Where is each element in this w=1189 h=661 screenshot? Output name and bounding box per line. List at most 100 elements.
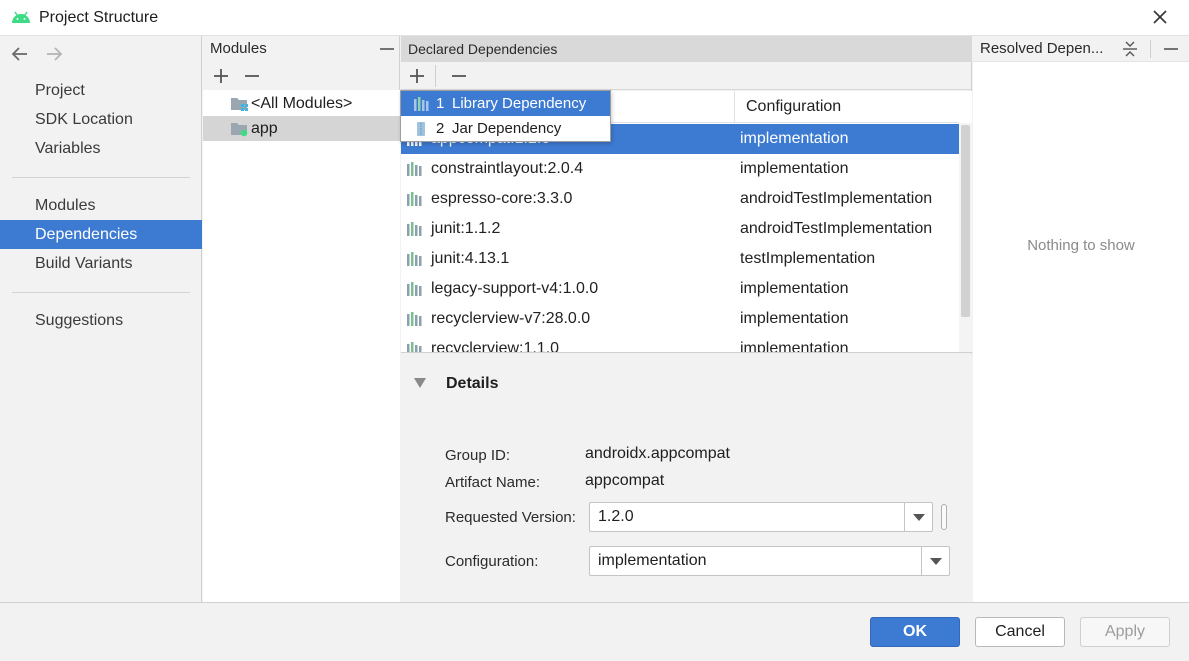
chevron-down-icon bbox=[913, 514, 925, 521]
toolbar-divider bbox=[435, 65, 436, 87]
modules-toolbar bbox=[203, 62, 399, 90]
close-icon[interactable] bbox=[1150, 7, 1170, 27]
dependency-configuration: implementation bbox=[740, 340, 849, 353]
table-row[interactable]: constraintlayout:2.0.4 implementation bbox=[401, 154, 959, 184]
library-icon bbox=[407, 342, 422, 352]
requested-version-value: 1.2.0 bbox=[598, 508, 634, 525]
add-dependency-menu: 1 Library Dependency 2 Jar Dependency bbox=[400, 90, 611, 142]
library-icon bbox=[407, 162, 422, 176]
module-folder-icon bbox=[231, 123, 248, 137]
configuration-label: Configuration: bbox=[445, 553, 539, 570]
cancel-button[interactable]: Cancel bbox=[975, 617, 1065, 647]
library-icon bbox=[407, 252, 422, 266]
library-icon bbox=[407, 312, 422, 326]
version-dropdown-button[interactable] bbox=[904, 503, 932, 531]
dependency-name: junit:1.1.2 bbox=[431, 220, 501, 237]
version-side-button[interactable] bbox=[941, 504, 947, 530]
collapse-triangle-icon[interactable] bbox=[414, 378, 426, 388]
sidebar-item-project[interactable]: Project bbox=[0, 76, 202, 105]
dialog-footer: OK Cancel Apply bbox=[0, 602, 1189, 661]
declared-title: Declared Dependencies bbox=[408, 41, 558, 57]
dependency-configuration: implementation bbox=[740, 130, 849, 147]
menu-item-key: 1 bbox=[436, 95, 445, 112]
details-panel: Details Group ID: androidx.appcompat Art… bbox=[401, 354, 972, 602]
chevron-down-icon bbox=[930, 558, 942, 565]
dependency-name: recyclerview:1.1.0 bbox=[431, 340, 560, 353]
add-module-icon[interactable] bbox=[212, 67, 230, 85]
sidebar-item-dependencies[interactable]: Dependencies bbox=[0, 220, 202, 249]
dependency-configuration: testImplementation bbox=[740, 250, 876, 267]
sidebar-item-variables[interactable]: Variables bbox=[0, 134, 202, 163]
dependency-name: junit:4.13.1 bbox=[431, 250, 510, 267]
library-icon bbox=[407, 222, 422, 236]
modules-panel: Modules <All Modules> app bbox=[203, 36, 400, 602]
sidebar-item-build-variants[interactable]: Build Variants bbox=[0, 249, 202, 278]
table-row[interactable]: junit:1.1.2 androidTestImplementation bbox=[401, 214, 959, 244]
empty-state-text: Nothing to show bbox=[1027, 237, 1135, 254]
title-bar: Project Structure bbox=[0, 0, 1189, 36]
library-icon bbox=[407, 282, 422, 296]
remove-module-icon[interactable] bbox=[243, 67, 261, 85]
declared-header: Declared Dependencies bbox=[401, 36, 972, 62]
collapse-all-icon[interactable] bbox=[1121, 40, 1139, 58]
dependency-configuration: androidTestImplementation bbox=[740, 190, 933, 207]
modules-folder-icon bbox=[231, 98, 248, 111]
remove-dependency-icon[interactable] bbox=[450, 67, 468, 85]
add-dependency-icon[interactable] bbox=[408, 67, 426, 85]
dependency-configuration: implementation bbox=[740, 310, 849, 327]
resolved-header: Resolved Depen... bbox=[973, 36, 1189, 62]
column-header-configuration[interactable]: Configuration bbox=[735, 91, 959, 123]
library-icon bbox=[414, 97, 429, 111]
group-id-label: Group ID: bbox=[445, 447, 511, 464]
configuration-dropdown-button[interactable] bbox=[921, 547, 949, 575]
modules-list: <All Modules> app bbox=[203, 90, 400, 602]
modules-header: Modules bbox=[203, 36, 400, 62]
sidebar-item-modules[interactable]: Modules bbox=[0, 191, 202, 220]
table-row[interactable]: recyclerview-v7:28.0.0 implementation bbox=[401, 304, 959, 334]
sidebar-divider bbox=[12, 177, 190, 178]
list-item-app[interactable]: app bbox=[203, 116, 400, 141]
menu-item-jar-dependency[interactable]: 2 Jar Dependency bbox=[401, 116, 610, 141]
table-row[interactable]: legacy-support-v4:1.0.0 implementation bbox=[401, 274, 959, 304]
sidebar-divider bbox=[12, 292, 190, 293]
sidebar-item-suggestions[interactable]: Suggestions bbox=[0, 306, 202, 335]
requested-version-combo[interactable]: 1.2.0 bbox=[589, 502, 933, 532]
jar-icon bbox=[417, 122, 425, 136]
table-scrollbar[interactable] bbox=[959, 123, 972, 352]
minimize-icon[interactable] bbox=[1162, 40, 1180, 58]
menu-item-label: Library Dependency bbox=[452, 95, 587, 112]
scrollbar-thumb[interactable] bbox=[961, 125, 970, 317]
apply-button[interactable]: Apply bbox=[1080, 617, 1170, 647]
dependency-configuration: androidTestImplementation bbox=[740, 220, 933, 237]
dependency-configuration: implementation bbox=[740, 160, 849, 177]
android-icon bbox=[12, 11, 30, 23]
ok-button[interactable]: OK bbox=[870, 617, 960, 647]
configuration-combo[interactable]: implementation bbox=[589, 546, 950, 576]
list-item-label: <All Modules> bbox=[251, 95, 353, 112]
dependency-name: espresso-core:3.3.0 bbox=[431, 190, 573, 207]
menu-item-key: 2 bbox=[436, 120, 445, 137]
arrow-left-icon[interactable] bbox=[10, 44, 30, 64]
library-icon bbox=[407, 192, 422, 206]
list-item-all-modules[interactable]: <All Modules> bbox=[203, 91, 400, 116]
collapse-icon[interactable] bbox=[378, 40, 396, 58]
sidebar: Project SDK Location Variables Modules D… bbox=[0, 36, 202, 602]
dependency-configuration: implementation bbox=[740, 280, 849, 297]
arrow-right-icon[interactable] bbox=[44, 44, 64, 64]
dependency-name: recyclerview-v7:28.0.0 bbox=[431, 310, 591, 327]
group-id-value: androidx.appcompat bbox=[585, 445, 730, 462]
details-title: Details bbox=[446, 375, 499, 392]
declared-toolbar bbox=[401, 62, 971, 90]
resolved-title: Resolved Depen... bbox=[980, 40, 1104, 57]
menu-item-library-dependency[interactable]: 1 Library Dependency bbox=[401, 91, 610, 116]
list-item-label: app bbox=[251, 120, 278, 137]
table-row[interactable]: recyclerview:1.1.0 implementation bbox=[401, 334, 959, 353]
table-row[interactable]: junit:4.13.1 testImplementation bbox=[401, 244, 959, 274]
menu-item-label: Jar Dependency bbox=[452, 120, 562, 137]
artifact-name-label: Artifact Name: bbox=[445, 474, 541, 491]
artifact-name-value: appcompat bbox=[585, 472, 665, 489]
resolved-dependencies-panel: Resolved Depen... Nothing to show bbox=[973, 36, 1189, 602]
sidebar-item-sdk-location[interactable]: SDK Location bbox=[0, 105, 202, 134]
table-row[interactable]: espresso-core:3.3.0 androidTestImplement… bbox=[401, 184, 959, 214]
history-nav bbox=[10, 44, 74, 64]
